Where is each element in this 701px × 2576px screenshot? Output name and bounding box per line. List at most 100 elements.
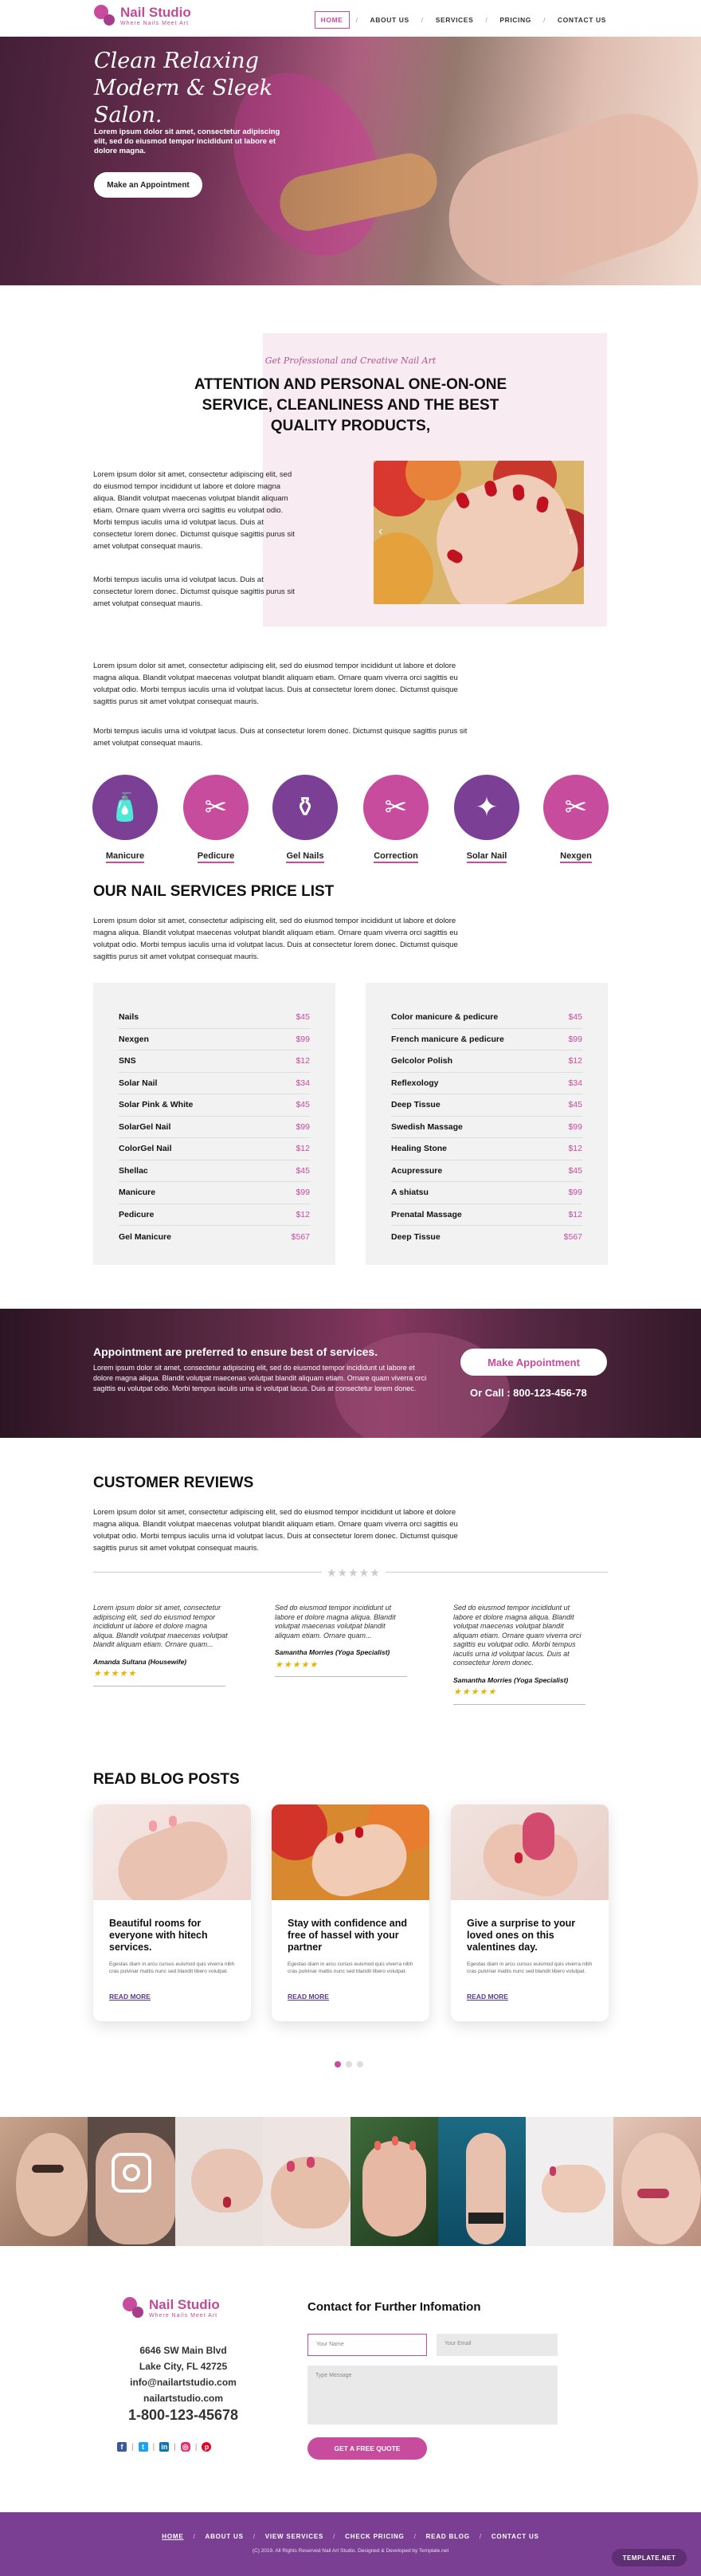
twitter-icon[interactable]: t: [138, 2442, 148, 2452]
brand-logo[interactable]: Nail Studio Where Nails Meet Art: [94, 5, 191, 27]
banner-heading: Appointment are preferred to ensure best…: [93, 1345, 378, 1358]
service-name: Solar Pink & White: [119, 1100, 194, 1110]
blog-card[interactable]: Give a surprise to your loved ones on th…: [451, 1804, 609, 2021]
footer-logo[interactable]: Nail Studio Where Nails Meet Art: [123, 2297, 220, 2319]
gallery-photo[interactable]: [350, 2117, 438, 2246]
free-quote-button[interactable]: GET A FREE QUOTE: [307, 2437, 427, 2460]
price-row: Swedish Massage $99: [391, 1117, 582, 1138]
price-row: Color manicure & pedicure $45: [391, 1007, 582, 1029]
service-name: Manicure: [119, 1188, 156, 1198]
service-item[interactable]: ✂ Pedicure: [181, 775, 251, 863]
service-price: $12: [568, 1056, 582, 1066]
service-price: $34: [296, 1078, 310, 1088]
service-item[interactable]: ⚱ Gel Nails: [270, 775, 340, 863]
footer-nav-link[interactable]: ABOUT US: [206, 2533, 244, 2540]
blog-title: READ BLOG POSTS: [93, 1771, 240, 1788]
nav-home[interactable]: HOME: [314, 11, 350, 29]
carousel-dot[interactable]: [357, 2061, 363, 2067]
brand-name: Nail Studio: [149, 2297, 220, 2312]
nav-contact[interactable]: CONTACT US: [552, 12, 612, 28]
nav-separator: /: [421, 16, 424, 24]
gel-polish-icon[interactable]: ⚱: [272, 775, 338, 840]
template-net-badge[interactable]: TEMPLATE.NET: [612, 2549, 687, 2566]
nav-pricing[interactable]: PRICING: [494, 12, 537, 28]
address-line: 6646 SW Main Blvd: [139, 2345, 227, 2356]
price-row: Gelcolor Polish $12: [391, 1050, 582, 1073]
footer-nav-link[interactable]: READ BLOG: [426, 2533, 470, 2540]
service-price: $567: [563, 1231, 582, 1242]
message-textarea[interactable]: Type Message: [307, 2366, 558, 2425]
service-label[interactable]: Correction: [374, 851, 418, 863]
price-row: Reflexology $34: [391, 1073, 582, 1094]
blog-card[interactable]: Stay with confidence and free of hassel …: [272, 1804, 429, 2021]
nav-services[interactable]: SERVICES: [430, 12, 480, 28]
service-item[interactable]: 🧴 Manicure: [90, 775, 160, 863]
service-label[interactable]: Manicure: [105, 851, 145, 863]
footer-nav-link[interactable]: CONTACT US: [491, 2533, 539, 2540]
service-label[interactable]: Pedicure: [197, 851, 235, 863]
scissors-icon[interactable]: ✂: [363, 775, 429, 840]
nail-polish-bottle-icon[interactable]: 🧴: [92, 775, 158, 840]
gallery-photo[interactable]: [88, 2117, 175, 2246]
blog-post-excerpt: Egestas diam in arcu cursus euismod quis…: [467, 1961, 593, 1974]
pinterest-icon[interactable]: p: [202, 2442, 212, 2452]
cuticle-nipper-icon[interactable]: ✂: [543, 775, 609, 840]
service-label[interactable]: Nexgen: [560, 851, 592, 863]
contact-phone[interactable]: 1-800-123-45678: [104, 2407, 263, 2424]
carousel-dot-active[interactable]: [335, 2061, 341, 2067]
gallery-photo[interactable]: [613, 2117, 701, 2246]
service-item[interactable]: ✂ Correction: [361, 775, 431, 863]
review-divider: [275, 1676, 407, 1677]
read-more-link[interactable]: READ MORE: [467, 1993, 508, 2001]
make-appointment-button[interactable]: Make an Appointment: [94, 172, 202, 198]
footer-nav-link[interactable]: HOME: [162, 2533, 183, 2540]
nail-art-icon[interactable]: ✦: [454, 775, 519, 840]
service-name: Nails: [119, 1012, 139, 1023]
footer-nav-link[interactable]: CHECK PRICING: [345, 2533, 404, 2540]
name-input[interactable]: Your Name: [307, 2334, 427, 2356]
brand-tagline: Where Nails Meet Art: [149, 2313, 218, 2319]
chevron-right-icon[interactable]: ›: [569, 524, 573, 539]
call-number[interactable]: Or Call : 800-123-456-78: [470, 1387, 587, 1399]
email-input[interactable]: Your Email: [437, 2334, 558, 2356]
make-appointment-banner-button[interactable]: Make Appointment: [460, 1349, 607, 1376]
intro-paragraph: Morbi tempus iaculis urna id volutpat la…: [93, 575, 295, 608]
chevron-left-icon[interactable]: ‹: [378, 524, 382, 539]
price-row: Deep Tissue $45: [391, 1094, 582, 1117]
price-row: Solar Pink & White $45: [119, 1094, 310, 1117]
rating-stars-icon: ★★★★★: [275, 1659, 319, 1670]
service-item[interactable]: ✂ Nexgen: [541, 775, 611, 863]
service-name: Shellac: [119, 1165, 148, 1176]
service-name: Acupressure: [391, 1165, 443, 1176]
price-row: Healing Stone $12: [391, 1138, 582, 1160]
gallery-photo[interactable]: [0, 2117, 88, 2246]
blog-card[interactable]: Beautiful rooms for everyone with hitech…: [93, 1804, 251, 2021]
brand-tagline: Where Nails Meet Art: [120, 21, 190, 26]
read-more-link[interactable]: READ MORE: [109, 1993, 151, 2001]
service-item[interactable]: ✦ Solar Nail: [452, 775, 522, 863]
carousel-dot[interactable]: [346, 2061, 352, 2067]
read-more-link[interactable]: READ MORE: [288, 1993, 329, 2001]
gallery-photo[interactable]: [263, 2117, 350, 2246]
gallery-photo[interactable]: [526, 2117, 613, 2246]
footer-nav-separator: /: [193, 2533, 196, 2540]
blog-image: [272, 1804, 429, 1900]
nail-clipper-icon[interactable]: ✂: [183, 775, 249, 840]
nav-separator: /: [355, 16, 358, 24]
price-list-intro: Lorem ipsum dolor sit amet, consectetur …: [93, 917, 458, 961]
gallery-photo[interactable]: [175, 2117, 263, 2246]
instagram-icon[interactable]: ◎: [180, 2442, 190, 2452]
service-label[interactable]: Gel Nails: [286, 851, 324, 863]
service-name: Nexgen: [119, 1034, 149, 1044]
blog-image: [93, 1804, 251, 1900]
nav-about[interactable]: ABOUT US: [365, 12, 415, 28]
footer-nav-link[interactable]: VIEW SERVICES: [265, 2533, 323, 2540]
contact-email[interactable]: info@nailartstudio.com: [104, 2377, 263, 2388]
facebook-icon[interactable]: f: [117, 2442, 127, 2452]
gallery-photo[interactable]: [438, 2117, 526, 2246]
linkedin-icon[interactable]: in: [159, 2442, 170, 2452]
price-row: Gel Manicure $567: [119, 1226, 310, 1248]
contact-website[interactable]: nailartstudio.com: [104, 2393, 263, 2404]
social-separator: |: [174, 2442, 176, 2452]
service-label[interactable]: Solar Nail: [466, 851, 507, 863]
